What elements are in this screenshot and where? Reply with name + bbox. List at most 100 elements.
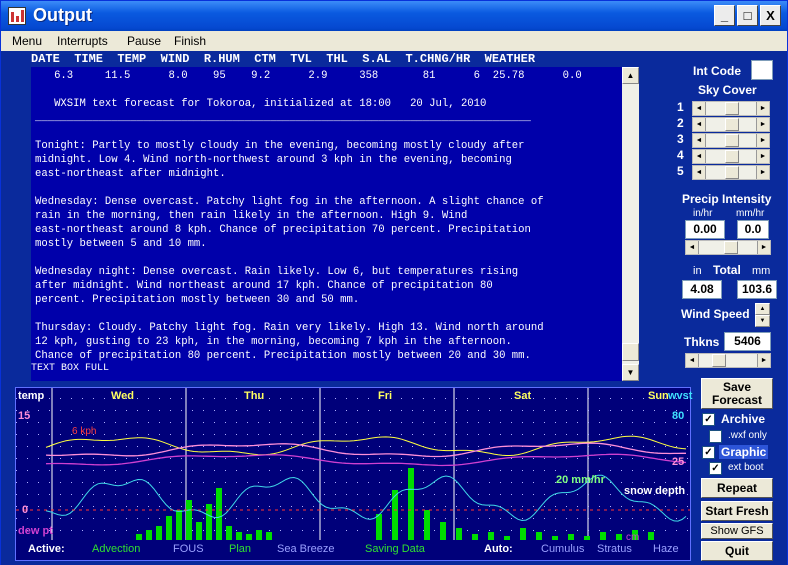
grid-dot (577, 422, 578, 423)
grid-dot (302, 446, 303, 447)
sky-cover-slider-3[interactable]: ◄ ► (692, 133, 770, 148)
grid-dot (357, 434, 358, 435)
grid-dot (467, 398, 468, 399)
thkns-field[interactable]: 5406 (724, 332, 771, 351)
wxf-only-checkbox[interactable]: .wxf only (709, 429, 775, 444)
grid-dot (335, 458, 336, 459)
precip-bar (504, 536, 510, 540)
grid-dot (445, 410, 446, 411)
grid-dot (170, 434, 171, 435)
grid-dot (390, 422, 391, 423)
grid-dot (214, 398, 215, 399)
active-sea-breeze[interactable]: Sea Breeze (277, 543, 334, 555)
grid-dot (643, 470, 644, 471)
grid-dot (555, 506, 556, 507)
grid-dot (192, 422, 193, 423)
grid-dot (126, 494, 127, 495)
scroll-up-button[interactable]: ▲ (622, 67, 639, 84)
text-scrollbar[interactable]: ▲ ▼ (622, 67, 639, 381)
total-mm-field[interactable]: 103.6 (737, 280, 777, 299)
spin-up-icon[interactable]: ▲ (755, 303, 770, 315)
active-fous[interactable]: FOUS (173, 543, 204, 555)
precip-mm-hr-field[interactable]: 0.0 (737, 220, 769, 239)
int-code-field[interactable] (751, 60, 773, 80)
auto-stratus[interactable]: Stratus (597, 543, 632, 555)
repeat-button[interactable]: Repeat (701, 478, 773, 498)
active-saving-data[interactable]: Saving Data (365, 543, 425, 555)
forecast-text-box[interactable]: 6.3 11.5 8.0 95 9.2 2.9 358 81 6 25.78 0… (31, 67, 622, 381)
grid-dot (357, 518, 358, 519)
scroll-thumb[interactable] (622, 343, 639, 361)
grid-dot (148, 446, 149, 447)
sky-cover-slider-1[interactable]: ◄ ► (692, 101, 770, 116)
grid-dot (38, 446, 39, 447)
auto-cumulus[interactable]: Cumulus (541, 543, 584, 555)
grid-dot (357, 446, 358, 447)
grid-dot (71, 506, 72, 507)
minimize-button[interactable]: _ (714, 5, 735, 26)
start-fresh-button[interactable]: Start Fresh (701, 501, 773, 521)
grid-dot (104, 530, 105, 531)
grid-dot (368, 458, 369, 459)
grid-dot (38, 422, 39, 423)
maximize-button[interactable]: □ (737, 5, 758, 26)
scroll-down-button[interactable]: ▼ (622, 364, 639, 381)
sky-cover-slider-5[interactable]: ◄ ► (692, 165, 770, 180)
graphic-checkbox[interactable]: ✓ Graphic (702, 445, 774, 460)
ext-boot-checkbox[interactable]: ✓ ext boot (709, 461, 775, 476)
auto-haze[interactable]: Haze (653, 543, 679, 555)
grid-dot (511, 398, 512, 399)
precip-bar (424, 510, 430, 540)
y-axis-0: 0 (22, 504, 29, 516)
precip-bar (488, 532, 494, 540)
grid-dot (621, 398, 622, 399)
grid-dot (126, 506, 127, 507)
grid-dot (522, 422, 523, 423)
grid-dot (522, 458, 523, 459)
grid-dot (445, 470, 446, 471)
active-plan[interactable]: Plan (229, 543, 251, 555)
grid-dot (115, 470, 116, 471)
menu-pause[interactable]: Pause (127, 34, 161, 48)
precip-bar (146, 530, 152, 540)
grid-dot (49, 494, 50, 495)
grid-dot (533, 458, 534, 459)
close-button[interactable]: X (760, 5, 781, 26)
precip-bar (456, 528, 462, 540)
grid-dot (621, 470, 622, 471)
grid-dot (522, 506, 523, 507)
title-bar[interactable]: Output _ □ X (1, 1, 787, 31)
thkns-slider[interactable]: ◄ ► (685, 353, 771, 368)
active-advection[interactable]: Advection (92, 543, 140, 555)
day-label-sun: Sun (648, 390, 669, 402)
quit-button[interactable]: Quit (701, 541, 773, 561)
menu-menu[interactable]: Menu (12, 34, 42, 48)
show-gfs-button[interactable]: Show GFS (701, 523, 773, 539)
sky-cover-slider-2[interactable]: ◄ ► (692, 117, 770, 132)
grid-dot (467, 506, 468, 507)
archive-checkbox[interactable]: ✓ Archive (702, 412, 774, 427)
menu-finish[interactable]: Finish (174, 34, 206, 48)
grid-dot (280, 494, 281, 495)
grid-dot (49, 398, 50, 399)
grid-dot (566, 506, 567, 507)
precip-intensity-slider[interactable]: ◄ ► (685, 240, 771, 255)
grid-dot (676, 482, 677, 483)
precip-bar (256, 530, 262, 540)
grid-dot (610, 506, 611, 507)
menu-interrupts[interactable]: Interrupts (57, 34, 108, 48)
grid-dot (82, 458, 83, 459)
total-in-field[interactable]: 4.08 (682, 280, 722, 299)
forecast-graph[interactable]: temp Wed Thu Fri Sat Sun wvst 15 0 6 kph… (15, 387, 692, 561)
sky-cover-slider-4[interactable]: ◄ ► (692, 149, 770, 164)
total-mm-label: mm (752, 265, 771, 277)
precip-in-hr-field[interactable]: 0.00 (685, 220, 725, 239)
precip-bar (226, 526, 232, 540)
wind-speed-spinner[interactable]: ▲ ▼ (755, 303, 770, 327)
spin-down-icon[interactable]: ▼ (755, 315, 770, 327)
grid-dot (544, 530, 545, 531)
grid-dot (588, 422, 589, 423)
grid-dot (115, 434, 116, 435)
grid-dot (346, 422, 347, 423)
save-forecast-button[interactable]: Save Forecast (701, 378, 773, 409)
